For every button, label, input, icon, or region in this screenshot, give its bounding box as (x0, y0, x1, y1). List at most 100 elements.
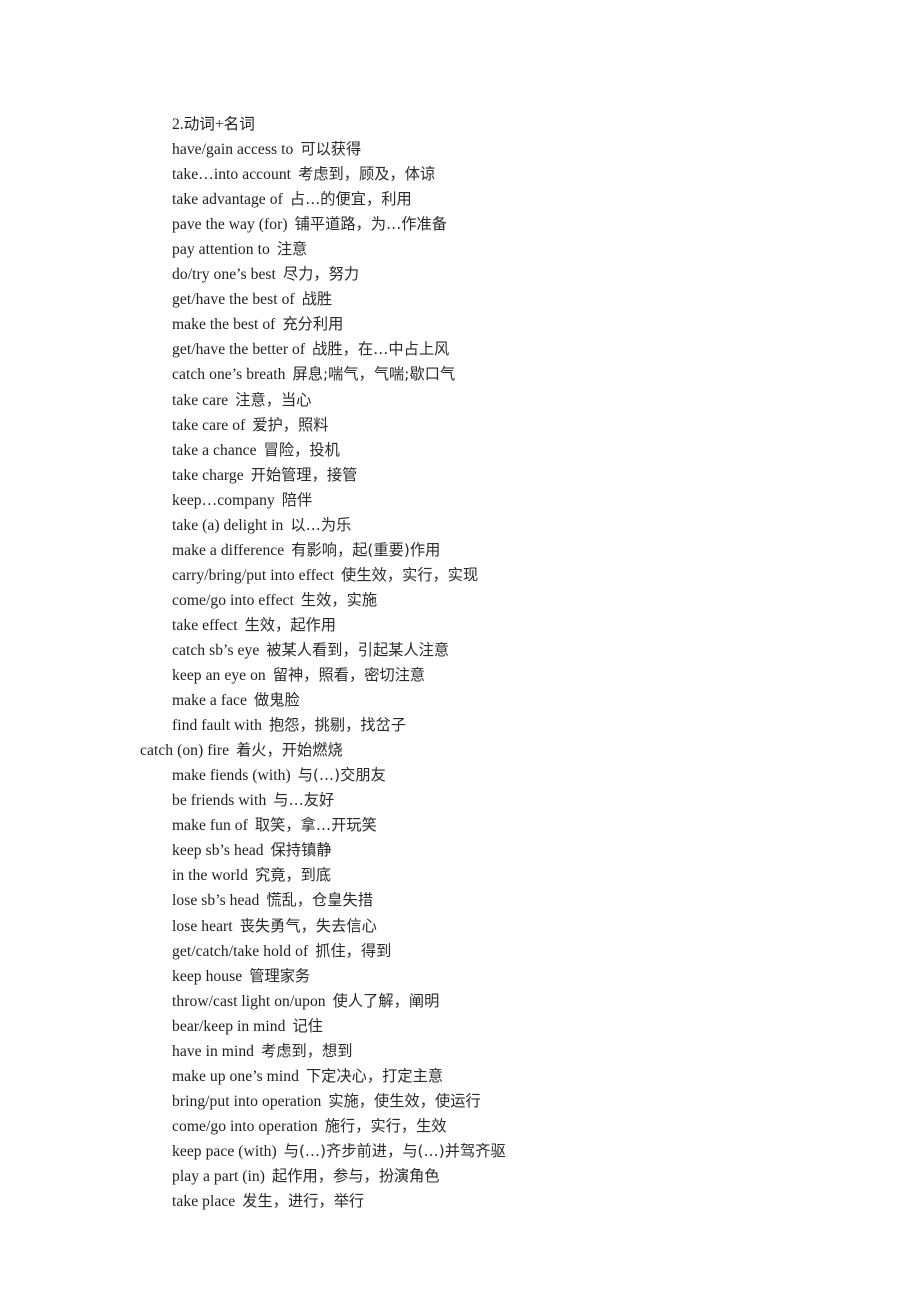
entry-gloss: 慌乱，仓皇失措 (266, 891, 373, 910)
vocabulary-entry: take (a) delight in 以…为乐 (140, 513, 840, 538)
entry-phrase: take effect (172, 616, 238, 634)
vocabulary-entry: lose sb’s head 慌乱，仓皇失措 (140, 888, 840, 913)
entry-phrase: come/go into effect (172, 591, 294, 609)
vocabulary-entry: bear/keep in mind 记住 (140, 1014, 840, 1039)
entry-phrase: make fiends (with) (172, 767, 291, 785)
vocabulary-entry: carry/bring/put into effect 使生效，实行，实现 (140, 563, 840, 588)
vocabulary-entry: have in mind 考虑到，想到 (140, 1039, 840, 1064)
entry-gloss: 占…的便宜，利用 (289, 190, 412, 209)
vocabulary-entry: find fault with 抱怨，挑剔，找岔子 (140, 713, 840, 738)
entry-gloss: 记住 (292, 1016, 323, 1035)
entry-gloss: 有影响，起(重要)作用 (291, 540, 441, 559)
vocabulary-entry: come/go into operation 施行，实行，生效 (140, 1114, 840, 1139)
entry-gloss: 开始管理，接管 (250, 465, 358, 484)
entry-gloss: 考虑到，顾及，体谅 (298, 165, 436, 184)
entry-gloss: 陪伴 (281, 490, 313, 509)
entry-gloss: 管理家务 (249, 966, 311, 985)
vocabulary-entry: catch sb’s eye 被某人看到，引起某人注意 (140, 638, 840, 663)
vocabulary-entry: make the best of 充分利用 (140, 312, 840, 337)
entry-gloss: 取笑，拿…开玩笑 (254, 816, 377, 835)
entry-gloss: 爱护，照料 (252, 415, 329, 434)
entry-phrase: take a chance (172, 441, 257, 459)
entry-phrase: keep sb’s head (172, 842, 264, 860)
entry-phrase: catch (on) fire (140, 742, 230, 760)
entry-phrase: lose heart (172, 917, 233, 935)
vocabulary-entry: take care 注意，当心 (140, 388, 840, 413)
entry-phrase: pay attention to (172, 241, 270, 259)
vocabulary-entry: make a face 做鬼脸 (140, 688, 840, 713)
entry-gloss: 做鬼脸 (254, 691, 300, 710)
entry-gloss: 发生，进行，举行 (242, 1192, 365, 1211)
entry-phrase: get/have the best of (172, 291, 295, 309)
vocabulary-entry: take place 发生，进行，举行 (140, 1189, 840, 1214)
entry-phrase: do/try one’s best (172, 266, 276, 284)
vocabulary-entry: pay attention to 注意 (140, 237, 840, 262)
vocabulary-entry: keep pace (with) 与(…)齐步前进，与(…)并驾齐驱 (140, 1139, 840, 1164)
vocabulary-entry: take advantage of 占…的便宜，利用 (140, 187, 840, 212)
vocabulary-list: 2.动词+名词 have/gain access to 可以获得 take…into… (140, 113, 840, 1214)
vocabulary-entry: take…into account 考虑到，顾及，体谅 (140, 162, 840, 187)
entry-gloss: 注意，当心 (235, 390, 312, 409)
entry-phrase: have/gain access to (172, 141, 294, 159)
vocabulary-entry: take charge 开始管理，接管 (140, 463, 840, 488)
vocabulary-entry: keep house 管理家务 (140, 964, 840, 989)
entry-phrase: take…into account (172, 166, 292, 184)
entry-gloss: 注意 (276, 240, 308, 259)
entry-gloss: 究竟，到底 (254, 866, 332, 885)
entry-gloss: 与(…)交朋友 (297, 766, 386, 785)
entry-phrase: come/go into operation (172, 1117, 318, 1135)
entry-phrase: get/have the better of (172, 341, 306, 359)
entry-phrase: get/catch/take hold of (172, 942, 309, 960)
vocabulary-entry: get/catch/take hold of 抓住，得到 (140, 939, 840, 964)
vocabulary-entry: pave the way (for) 铺平道路，为…作准备 (140, 212, 840, 237)
entry-gloss: 下定决心，打定主意 (305, 1066, 444, 1085)
entry-gloss: 与(…)齐步前进，与(…)并驾齐驱 (283, 1141, 506, 1160)
vocabulary-entry: play a part (in) 起作用，参与，扮演角色 (140, 1164, 840, 1189)
vocabulary-entry: make a difference 有影响，起(重要)作用 (140, 538, 840, 563)
vocabulary-entry: do/try one’s best 尽力，努力 (140, 262, 840, 287)
entry-gloss: 使生效，实行，实现 (341, 565, 479, 584)
entry-phrase: make the best of (172, 316, 276, 334)
entry-gloss: 战胜 (301, 290, 333, 309)
entry-gloss: 着火，开始燃烧 (236, 741, 343, 760)
entry-phrase: take advantage of (172, 191, 283, 209)
vocabulary-entry: be friends with 与…友好 (140, 788, 840, 813)
entry-gloss: 保持镇静 (270, 841, 332, 860)
entry-phrase: take (a) delight in (172, 516, 284, 534)
entry-gloss: 尽力，努力 (282, 265, 360, 284)
entry-gloss: 抓住，得到 (315, 941, 392, 960)
entry-gloss: 铺平道路，为…作准备 (294, 215, 448, 234)
entry-phrase: bring/put into operation (172, 1092, 322, 1110)
vocabulary-entry: come/go into effect 生效，实施 (140, 588, 840, 613)
entry-phrase: take charge (172, 466, 244, 484)
entry-phrase: take care (172, 391, 229, 409)
entry-gloss: 留神，照看，密切注意 (272, 666, 426, 685)
vocabulary-entry: keep an eye on 留神，照看，密切注意 (140, 663, 840, 688)
entry-phrase: make up one’s mind (172, 1067, 299, 1085)
entry-phrase: in the world (172, 867, 248, 885)
document-page: 2.动词+名词 have/gain access to 可以获得 take…into… (0, 0, 920, 1302)
section-heading: 2.动词+名词 (172, 116, 255, 133)
entry-phrase: be friends with (172, 792, 267, 810)
entry-phrase: catch one’s breath (172, 366, 286, 384)
vocabulary-entry: lose heart 丧失勇气，失去信心 (140, 914, 840, 939)
entry-gloss: 丧失勇气，失去信心 (239, 916, 377, 935)
entry-phrase: pave the way (for) (172, 216, 288, 234)
entry-phrase: carry/bring/put into effect (172, 566, 335, 584)
vocabulary-entry: keep sb’s head 保持镇静 (140, 838, 840, 863)
entry-list: have/gain access to 可以获得 take…into account… (140, 137, 840, 1214)
entry-gloss: 屏息;喘气，气喘;歇口气 (292, 365, 456, 384)
vocabulary-entry: catch (on) fire 着火，开始燃烧 (140, 738, 840, 763)
entry-gloss: 考虑到，想到 (261, 1041, 353, 1060)
entry-gloss: 充分利用 (282, 315, 344, 334)
entry-gloss: 起作用，参与，扮演角色 (272, 1166, 440, 1185)
entry-phrase: make fun of (172, 817, 248, 835)
entry-phrase: throw/cast light on/upon (172, 992, 326, 1010)
entry-phrase: keep pace (with) (172, 1142, 277, 1160)
entry-gloss: 施行，实行，生效 (324, 1116, 447, 1135)
entry-phrase: bear/keep in mind (172, 1017, 286, 1035)
entry-phrase: play a part (in) (172, 1167, 266, 1185)
entry-gloss: 生效，起作用 (244, 615, 337, 634)
vocabulary-entry: catch one’s breath 屏息;喘气，气喘;歇口气 (140, 362, 840, 387)
entry-phrase: find fault with (172, 717, 262, 735)
